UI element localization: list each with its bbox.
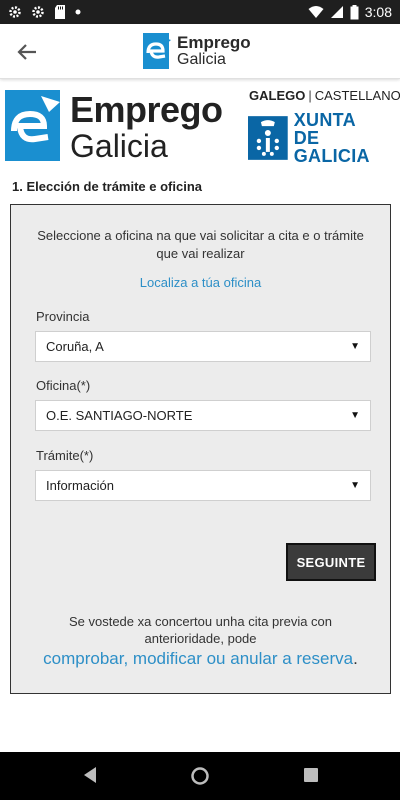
tramite-label: Trámite(*) — [36, 448, 94, 463]
status-bar: 3:08 — [0, 0, 400, 24]
language-switcher: GALEGO | CASTELLANO — [249, 88, 400, 103]
dot-icon — [75, 9, 81, 15]
header-brand-line2: Galicia — [70, 128, 168, 164]
provincia-label: Provincia — [36, 309, 90, 324]
comprobar-reserva-link[interactable]: comprobar, modificar ou anular a reserva — [43, 649, 353, 668]
reserva-line: comprobar, modificar ou anular a reserva… — [11, 649, 390, 669]
dropdown-arrow-icon: ▼ — [350, 341, 360, 352]
oficina-value: O.E. SANTIAGO-NORTE — [46, 408, 193, 423]
header-brand: Emprego Galicia — [70, 89, 223, 164]
wifi-icon — [308, 6, 324, 18]
seguinte-button[interactable]: SEGUINTE — [286, 543, 376, 581]
appbar-brand-line1: Emprego — [177, 33, 251, 52]
gear-icon — [32, 6, 44, 18]
emprego-galicia-logo — [5, 90, 60, 161]
settings-icon — [9, 6, 21, 18]
section-title: 1. Elección de trámite e oficina — [12, 179, 203, 194]
battery-icon — [350, 4, 359, 19]
localiza-oficina-link[interactable]: Localiza a túa oficina — [11, 275, 390, 290]
xunta-line2: DE GALICIA — [293, 128, 370, 166]
header-brand-line1: Emprego — [70, 89, 223, 130]
back-button[interactable] — [14, 39, 40, 65]
system-nav-bar — [0, 752, 400, 800]
lang-galego-link[interactable]: GALEGO — [249, 88, 305, 103]
emprego-logo-icon — [143, 33, 171, 69]
dropdown-arrow-icon: ▼ — [350, 410, 360, 421]
oficina-label: Oficina(*) — [36, 378, 91, 393]
page-header: Emprego Galicia GALEGO | CASTELLANO XUNTA … — [0, 80, 400, 170]
xunta-line1: XUNTA — [293, 110, 356, 130]
intro-text: Seleccione a oficina na que vai solicita… — [37, 228, 364, 261]
tramite-value: Información — [46, 478, 114, 493]
nav-recents-icon[interactable] — [304, 768, 318, 782]
appbar-brand: Emprego Galicia — [177, 34, 251, 68]
status-right-icons: 3:08 — [308, 4, 392, 20]
provincia-select[interactable]: Coruña, A ▼ — [35, 331, 371, 362]
nav-home-icon[interactable] — [190, 766, 210, 786]
oficina-select[interactable]: O.E. SANTIAGO-NORTE ▼ — [35, 400, 371, 431]
dropdown-arrow-icon: ▼ — [350, 480, 360, 491]
sd-card-icon — [55, 5, 65, 19]
appbar-logo: Emprego Galicia — [143, 31, 251, 71]
app-bar: Emprego Galicia — [0, 24, 400, 79]
lang-castellano-link[interactable]: CASTELLANO — [315, 88, 400, 103]
status-left-icons — [8, 5, 81, 19]
tramite-select[interactable]: Información ▼ — [35, 470, 371, 501]
provincia-value: Coruña, A — [46, 339, 104, 354]
lang-separator: | — [308, 88, 312, 103]
appbar-brand-line2: Galicia — [177, 51, 226, 68]
reserva-period: . — [353, 649, 358, 668]
xunta-logo: XUNTA DE GALICIA — [248, 111, 400, 165]
nav-back-icon[interactable] — [82, 766, 98, 784]
xunta-shield-icon — [248, 116, 288, 160]
cita-previa-text: Se vostede xa concertou unha cita previa… — [68, 614, 333, 646]
arrow-left-icon — [17, 44, 36, 60]
appointment-form-panel: Seleccione a oficina na que vai solicita… — [10, 204, 391, 694]
status-time: 3:08 — [364, 4, 392, 20]
xunta-text: XUNTA DE GALICIA — [294, 111, 400, 165]
signal-icon — [330, 6, 343, 18]
